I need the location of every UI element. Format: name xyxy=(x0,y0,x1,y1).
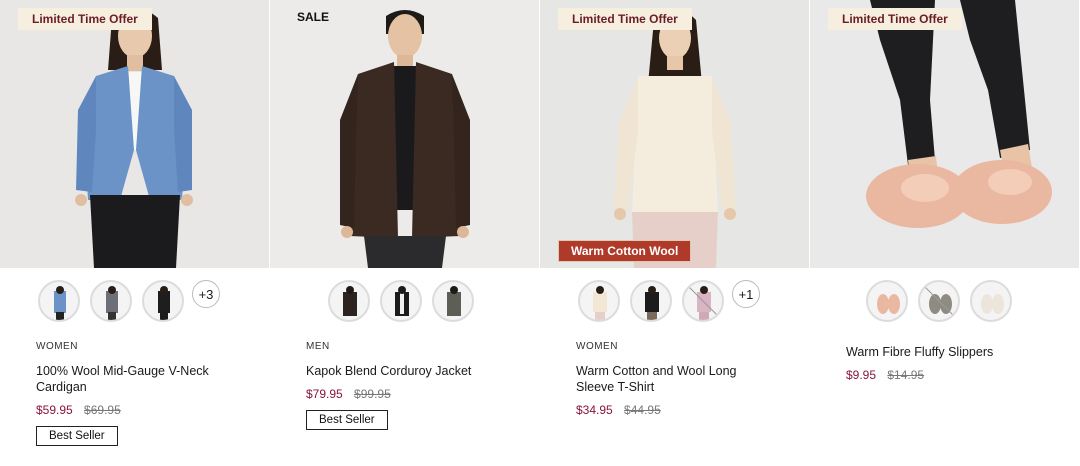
product-prices: $9.95 $14.95 xyxy=(846,368,1080,382)
warm-cotton-wool-label: Warm Cotton Wool xyxy=(558,240,692,262)
sale-price: $34.95 xyxy=(576,403,613,417)
limited-offer-badge: Limited Time Offer xyxy=(18,8,152,30)
product-category: WOMEN xyxy=(576,341,618,352)
grey-slippers-icon[interactable] xyxy=(918,280,960,322)
product-card[interactable]: Limited Time Offer +3 WOMEN 100% Wool Mi… xyxy=(0,0,270,466)
product-name[interactable]: Kapok Blend Corduroy Jacket xyxy=(306,363,496,379)
limited-offer-badge: Limited Time Offer xyxy=(558,8,692,30)
color-swatches xyxy=(810,268,1080,330)
product-image[interactable]: Limited Time Offer xyxy=(0,0,269,268)
color-swatches: +3 xyxy=(0,268,270,330)
sale-price: $59.95 xyxy=(36,403,73,417)
product-name[interactable]: Warm Fibre Fluffy Slippers xyxy=(846,344,1036,360)
best-seller-tag: Best Seller xyxy=(306,410,388,430)
dark-brown-jacket-icon[interactable] xyxy=(328,280,370,322)
more-colors-button[interactable]: +3 xyxy=(192,280,220,308)
blue-cardigan-icon[interactable] xyxy=(38,280,80,322)
more-colors-button[interactable]: +1 xyxy=(732,280,760,308)
sale-badge: SALE xyxy=(297,10,330,24)
product-name[interactable]: Warm Cotton and Wool Long Sleeve T-Shirt xyxy=(576,363,766,395)
cream-tshirt-icon[interactable] xyxy=(578,280,620,322)
product-info: Warm Fibre Fluffy Slippers $9.95 $14.95 xyxy=(810,344,1080,382)
sale-price: $79.95 xyxy=(306,387,343,401)
pink-tshirt-icon[interactable] xyxy=(682,280,724,322)
product-prices: $34.95 $44.95 xyxy=(576,403,810,417)
original-price: $69.95 xyxy=(84,403,121,417)
product-info: MEN Kapok Blend Corduroy Jacket $79.95 $… xyxy=(270,341,540,430)
khaki-jacket-icon[interactable] xyxy=(432,280,474,322)
original-price: $44.95 xyxy=(624,403,661,417)
color-swatches: +1 xyxy=(540,268,810,330)
grey-cardigan-icon[interactable] xyxy=(90,280,132,322)
product-card[interactable]: Limited Time Offer Warm Fibre Fluffy Sli… xyxy=(810,0,1080,466)
black-tshirt-icon[interactable] xyxy=(630,280,672,322)
product-category: MEN xyxy=(306,341,330,352)
sale-price: $9.95 xyxy=(846,368,877,382)
limited-offer-badge: Limited Time Offer xyxy=(828,8,962,30)
product-info: WOMEN Warm Cotton and Wool Long Sleeve T… xyxy=(540,341,810,417)
black-jacket-icon[interactable] xyxy=(380,280,422,322)
product-prices: $59.95 $69.95 xyxy=(36,403,270,417)
ivory-slippers-icon[interactable] xyxy=(970,280,1012,322)
product-card[interactable]: Limited Time Offer Warm Cotton Wool +1 W… xyxy=(540,0,810,466)
product-category: WOMEN xyxy=(36,341,78,352)
product-prices: $79.95 $99.95 xyxy=(306,387,540,401)
original-price: $99.95 xyxy=(354,387,391,401)
best-seller-tag: Best Seller xyxy=(36,426,118,446)
color-swatches xyxy=(270,268,540,330)
product-grid: Limited Time Offer +3 WOMEN 100% Wool Mi… xyxy=(0,0,1080,466)
product-name[interactable]: 100% Wool Mid-Gauge V-Neck Cardigan xyxy=(36,363,226,395)
original-price: $14.95 xyxy=(887,368,925,382)
product-image[interactable]: Limited Time Offer Warm Cotton Wool xyxy=(540,0,809,268)
pink-slippers-icon[interactable] xyxy=(866,280,908,322)
product-image[interactable]: Limited Time Offer xyxy=(810,0,1079,268)
product-image[interactable]: SALE xyxy=(270,0,539,268)
product-info: WOMEN 100% Wool Mid-Gauge V-Neck Cardiga… xyxy=(0,341,270,446)
black-cardigan-icon[interactable] xyxy=(142,280,184,322)
product-card[interactable]: SALE MEN Kapok Blend Corduroy Jacket $79… xyxy=(270,0,540,466)
